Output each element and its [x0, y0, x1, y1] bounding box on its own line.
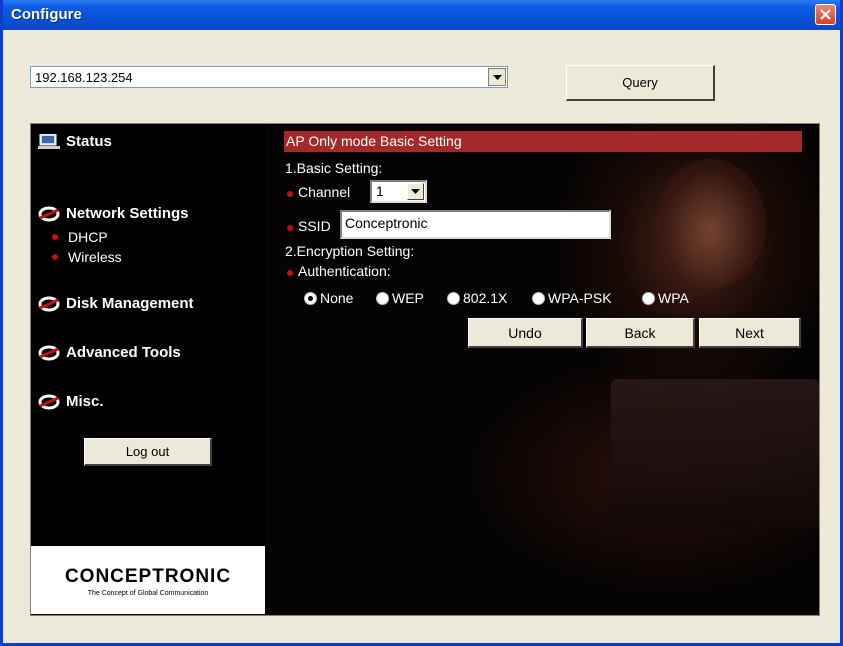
- logout-button[interactable]: Log out: [84, 438, 212, 466]
- sidebar-item-advanced-tools[interactable]: Advanced Tools: [38, 344, 181, 361]
- auth-radio-8021x[interactable]: 802.1X: [447, 290, 507, 306]
- channel-value: 1: [376, 183, 384, 199]
- window-title: Configure: [11, 6, 82, 23]
- ring-icon: [38, 394, 60, 409]
- back-button[interactable]: Back: [586, 318, 695, 348]
- sidebar: [31, 124, 266, 615]
- address-dropdown-button[interactable]: [488, 68, 506, 86]
- sidebar-subitem-label: Wireless: [68, 249, 122, 265]
- sidebar-subitem-label: DHCP: [68, 229, 108, 245]
- auth-radio-wpa[interactable]: WPA: [642, 290, 689, 306]
- radio-label: WEP: [392, 290, 424, 306]
- ssid-value: Conceptronic: [345, 215, 428, 231]
- sidebar-item-label: Advanced Tools: [66, 344, 181, 361]
- bullet-icon: [52, 254, 58, 260]
- radio-icon: [642, 291, 655, 305]
- bullet-icon: [287, 270, 293, 276]
- radio-icon: [532, 291, 545, 305]
- auth-radio-wpa-psk[interactable]: WPA-PSK: [532, 290, 612, 306]
- sidebar-item-label: Status: [66, 133, 112, 150]
- sidebar-item-label: Disk Management: [66, 295, 194, 312]
- radio-icon: [376, 291, 389, 305]
- sidebar-item-status[interactable]: Status: [38, 133, 112, 150]
- background-photo: [446, 124, 819, 615]
- radio-selected-icon: [304, 291, 317, 305]
- radio-label: 802.1X: [463, 290, 508, 306]
- bullet-icon: [52, 234, 58, 240]
- address-combobox[interactable]: 192.168.123.254: [30, 66, 508, 88]
- sidebar-item-misc[interactable]: Misc.: [38, 393, 104, 410]
- chevron-down-icon: [493, 75, 502, 80]
- auth-radio-wep[interactable]: WEP: [376, 290, 424, 306]
- ring-icon: [38, 345, 60, 360]
- query-button[interactable]: Query: [566, 65, 715, 101]
- bullet-icon: [287, 225, 293, 231]
- encryption-setting-heading: 2.Encryption Setting:: [285, 243, 415, 259]
- background-photo-laptop: [611, 379, 819, 529]
- channel-label: Channel: [298, 184, 351, 200]
- logo-tagline: The Concept of Global Communication: [87, 590, 209, 597]
- ssid-input[interactable]: Conceptronic: [340, 210, 611, 239]
- channel-dropdown-button[interactable]: [407, 183, 424, 200]
- sidebar-item-disk-management[interactable]: Disk Management: [38, 295, 194, 312]
- bullet-icon: [287, 191, 293, 197]
- radio-label: WPA: [658, 290, 689, 306]
- title-bar[interactable]: Configure: [3, 0, 840, 30]
- monitor-icon: [38, 133, 60, 149]
- radio-icon: [447, 291, 460, 305]
- undo-button[interactable]: Undo: [468, 318, 583, 348]
- sidebar-item-label: Misc.: [66, 393, 104, 410]
- auth-radio-none[interactable]: None: [304, 290, 353, 306]
- sidebar-subitem-dhcp[interactable]: DHCP: [52, 229, 108, 245]
- close-button[interactable]: [815, 4, 836, 25]
- conceptronic-logo: CONCEPTRONIC The Concept of Global Commu…: [31, 546, 265, 614]
- sidebar-item-network-settings[interactable]: Network Settings: [38, 205, 189, 222]
- ring-icon: [38, 296, 60, 311]
- logo-name: CONCEPTRONIC: [64, 566, 232, 587]
- authentication-label: Authentication:: [298, 263, 391, 279]
- channel-select[interactable]: 1: [370, 180, 427, 203]
- chevron-down-icon: [411, 189, 420, 194]
- ring-icon: [38, 206, 60, 221]
- next-button[interactable]: Next: [699, 318, 801, 348]
- sidebar-subitem-wireless[interactable]: Wireless: [52, 249, 122, 265]
- background-photo-face: [656, 159, 766, 289]
- radio-label: None: [320, 290, 354, 306]
- radio-label: WPA-PSK: [548, 290, 612, 306]
- close-icon: [820, 9, 831, 20]
- ssid-label: SSID: [298, 218, 331, 234]
- sidebar-item-label: Network Settings: [66, 205, 189, 222]
- address-value: 192.168.123.254: [35, 70, 133, 85]
- section-title: AP Only mode Basic Setting: [284, 131, 802, 152]
- basic-setting-heading: 1.Basic Setting:: [285, 160, 383, 176]
